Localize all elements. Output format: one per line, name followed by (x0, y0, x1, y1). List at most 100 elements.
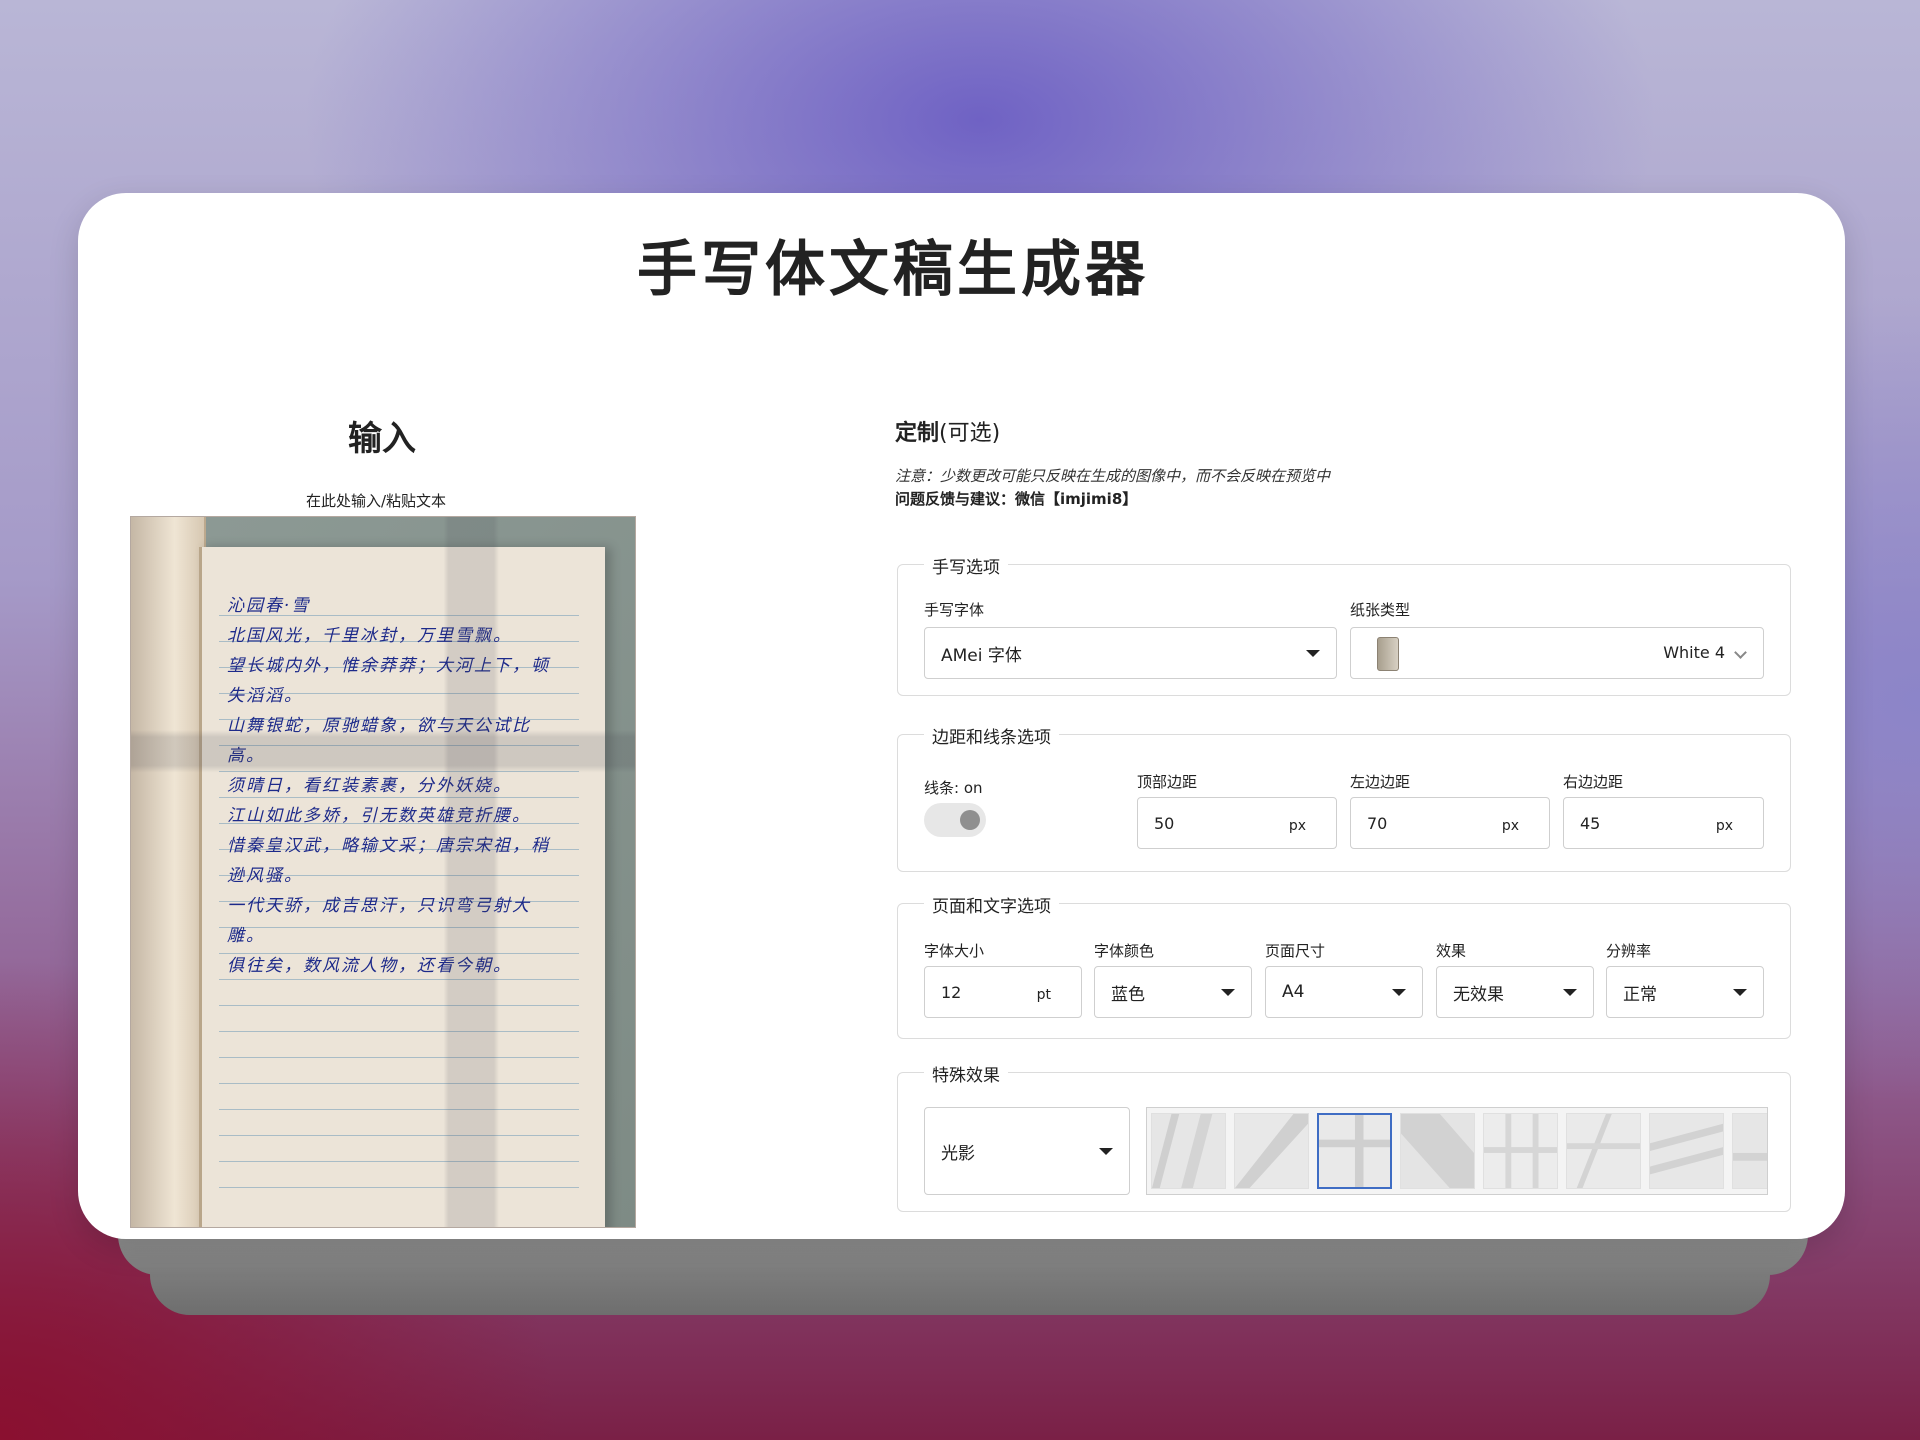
ruled-line (219, 1135, 579, 1136)
handwritten-line: 山舞银蛇，原驰蜡象，欲与天公试比 (227, 716, 531, 736)
margin-options-group: 边距和线条选项 线条: on 顶部边距 50 px 左边边距 70 px 右边边… (897, 723, 1791, 872)
unit-label: pt (1036, 987, 1051, 1004)
effect-thumbnail-strip[interactable] (1146, 1107, 1768, 1195)
ruled-line (219, 979, 579, 980)
page-text-options-group: 页面和文字选项 字体大小 12 pt 字体颜色 蓝色 页面尺寸 A4 效果 无效… (897, 892, 1791, 1039)
page-title: 手写体文稿生成器 (637, 235, 1149, 305)
handwritten-line: 俱往矣，数风流人物，还看今朝。 (227, 956, 512, 976)
margin-options-legend: 边距和线条选项 (924, 723, 1059, 748)
right-margin-label: 右边边距 (1563, 773, 1624, 791)
handwritten-line: 失滔滔。 (227, 686, 303, 706)
handwritten-line: 江山如此多娇，引无数英雄竞折腰。 (227, 806, 531, 826)
chevron-down-icon (1306, 650, 1320, 657)
page-size-value: A4 (1282, 982, 1305, 1002)
font-size-input[interactable]: 12 pt (924, 966, 1082, 1018)
ruled-line (219, 1187, 579, 1188)
customize-heading-suffix: (可选) (939, 421, 1001, 446)
special-effect-type-select[interactable]: 光影 (924, 1107, 1130, 1195)
font-size-label: 字体大小 (924, 942, 985, 960)
customize-heading-bold: 定制 (895, 421, 940, 446)
main-card: 手写体文稿生成器 输入 在此处输入/粘贴文本 沁园春·雪 北国风光，千里冰封，万… (78, 193, 1845, 1239)
handwritten-line: 北国风光，千里冰封，万里雪飘。 (227, 626, 512, 646)
font-color-label: 字体颜色 (1094, 942, 1155, 960)
left-margin-value: 70 (1367, 813, 1388, 833)
notice-text: 注意：少数更改可能只反映在生成的图像中，而不会反映在预览中 (895, 467, 1331, 485)
right-margin-value: 45 (1580, 813, 1601, 833)
effect-thumbnail-corner-shadow[interactable] (1400, 1113, 1475, 1189)
ruled-line (219, 1057, 579, 1058)
handwriting-options-group: 手写选项 手写字体 AMei 字体 纸张类型 White 4 (897, 553, 1791, 696)
page-size-label: 页面尺寸 (1265, 942, 1326, 960)
handwritten-line: 沁园春·雪 (227, 596, 311, 616)
handwritten-line: 高。 (227, 746, 265, 766)
ruled-line (219, 1161, 579, 1162)
effect-thumbnail-diagonal-light[interactable] (1151, 1113, 1226, 1189)
ruled-line (219, 745, 579, 746)
paper-label: 纸张类型 (1350, 601, 1411, 619)
paper-select[interactable]: White 4 (1350, 627, 1764, 679)
lines-toggle[interactable] (924, 803, 986, 837)
font-color-value: 蓝色 (1111, 984, 1145, 1005)
effect-label: 效果 (1436, 942, 1467, 960)
handwriting-options-legend: 手写选项 (924, 553, 1008, 578)
customize-heading: 定制(可选) (895, 415, 1000, 447)
handwritten-line: 一代天骄，成吉思汗，只识弯弓射大 (227, 896, 531, 916)
top-margin-input[interactable]: 50 px (1137, 797, 1337, 849)
feedback-text: 问题反馈与建议：微信【imjimi8】 (895, 490, 1138, 508)
chevron-down-icon (1563, 989, 1577, 996)
chevron-down-icon (1099, 1148, 1113, 1155)
right-margin-input[interactable]: 45 px (1563, 797, 1764, 849)
effect-value: 无效果 (1453, 984, 1504, 1005)
ruled-line (219, 1005, 579, 1006)
resolution-select[interactable]: 正常 (1606, 966, 1764, 1018)
effect-thumbnail-partial[interactable] (1732, 1113, 1768, 1189)
effect-thumbnail-grid-window[interactable] (1483, 1113, 1558, 1189)
font-select-value: AMei 字体 (941, 645, 1022, 666)
page-size-select[interactable]: A4 (1265, 966, 1423, 1018)
handwriting-preview[interactable]: 沁园春·雪 北国风光，千里冰封，万里雪飘。 望长城内外，惟余莽莽；大河上下，顿 … (130, 516, 636, 1228)
toggle-knob (960, 810, 980, 830)
unit-label: px (1501, 818, 1519, 835)
left-margin-input[interactable]: 70 px (1350, 797, 1550, 849)
effect-thumbnail-blinds[interactable] (1649, 1113, 1724, 1189)
ruled-line (219, 927, 579, 928)
chevron-down-icon (1734, 646, 1747, 659)
special-effects-group: 特殊效果 光影 (897, 1061, 1791, 1212)
handwritten-line: 雕。 (227, 926, 265, 946)
handwritten-line: 逊风骚。 (227, 866, 303, 886)
input-hint: 在此处输入/粘贴文本 (306, 492, 447, 510)
chevron-down-icon (1392, 989, 1406, 996)
paper-thumbnail-icon (1377, 637, 1399, 671)
page-text-options-legend: 页面和文字选项 (924, 892, 1059, 917)
unit-label: px (1715, 818, 1733, 835)
font-select[interactable]: AMei 字体 (924, 627, 1337, 679)
handwritten-line: 惜秦皇汉武，略输文采；唐宗宋祖，稍 (227, 836, 550, 856)
left-margin-label: 左边边距 (1350, 773, 1411, 791)
resolution-label: 分辨率 (1606, 942, 1652, 960)
ruled-line (219, 1083, 579, 1084)
handwritten-line: 望长城内外，惟余莽莽；大河上下，顿 (227, 656, 550, 676)
ruled-line (219, 1109, 579, 1110)
top-margin-label: 顶部边距 (1137, 773, 1198, 791)
notebook-left-page (131, 517, 206, 1227)
chevron-down-icon (1221, 989, 1235, 996)
font-color-select[interactable]: 蓝色 (1094, 966, 1252, 1018)
ruled-line (219, 1031, 579, 1032)
special-effects-legend: 特殊效果 (924, 1061, 1008, 1086)
handwritten-line: 须晴日，看红装素裹，分外妖娆。 (227, 776, 512, 796)
paper-select-value: White 4 (1663, 643, 1725, 662)
input-heading: 输入 (348, 419, 416, 459)
unit-label: px (1288, 818, 1306, 835)
effect-select[interactable]: 无效果 (1436, 966, 1594, 1018)
effect-thumbnail-window-shadow[interactable] (1317, 1113, 1392, 1189)
notebook-right-page (199, 547, 605, 1227)
ruled-line (219, 797, 579, 798)
font-label: 手写字体 (924, 601, 985, 619)
lines-label: 线条: on (924, 779, 983, 797)
special-effect-type-value: 光影 (941, 1143, 975, 1164)
resolution-value: 正常 (1623, 984, 1657, 1005)
effect-thumbnail-slanted-window[interactable] (1566, 1113, 1641, 1189)
effect-thumbnail-beam-light[interactable] (1234, 1113, 1309, 1189)
top-margin-value: 50 (1154, 813, 1175, 833)
font-size-value: 12 (941, 982, 962, 1002)
